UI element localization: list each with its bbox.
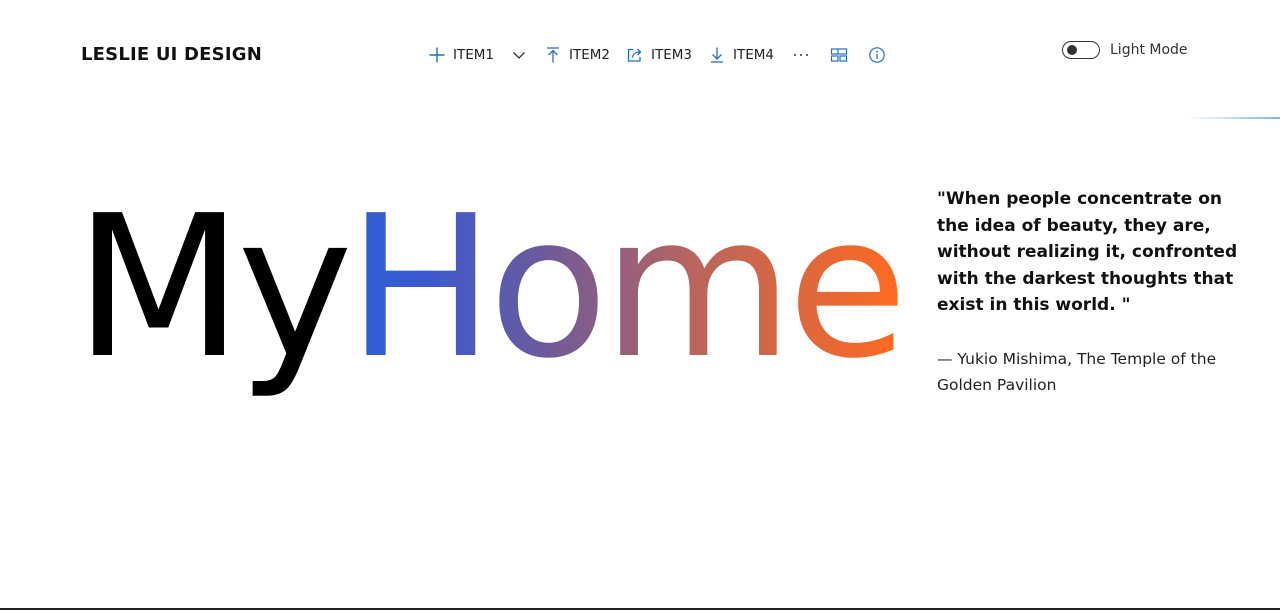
more-button[interactable]: [792, 44, 810, 66]
hero-title: MyHome: [74, 190, 908, 386]
toggle-switch[interactable]: [1062, 41, 1100, 59]
toggle-knob: [1067, 45, 1077, 55]
share-icon: [626, 46, 644, 64]
more-icon: [792, 46, 810, 64]
item1-dropdown-button[interactable]: [510, 44, 528, 66]
accent-line: [1186, 117, 1280, 119]
item1-button[interactable]: ITEM1: [428, 44, 494, 66]
item4-label: ITEM4: [733, 47, 774, 63]
download-icon: [708, 46, 726, 64]
chevron-down-icon: [510, 46, 528, 64]
toggle-label: Light Mode: [1110, 42, 1188, 58]
quote-attribution: — Yukio Mishima, The Temple of the Golde…: [937, 350, 1217, 394]
plus-icon: [428, 46, 446, 64]
item2-button[interactable]: ITEM2: [544, 44, 610, 66]
page: LESLIE UI DESIGN ITEM1 ITEM2 ITEM3 ITEM4…: [0, 0, 1280, 610]
item1-label: ITEM1: [453, 47, 494, 63]
command-bar: ITEM1 ITEM2 ITEM3 ITEM4: [428, 44, 886, 66]
upload-icon: [544, 46, 562, 64]
item3-label: ITEM3: [651, 47, 692, 63]
item3-button[interactable]: ITEM3: [626, 44, 692, 66]
theme-toggle[interactable]: Light Mode: [1062, 41, 1188, 59]
hero-title-my: My: [74, 174, 353, 402]
info-icon: [868, 46, 886, 64]
info-button[interactable]: [868, 44, 886, 66]
item2-label: ITEM2: [569, 47, 610, 63]
hero-title-home: Home: [347, 174, 908, 402]
item4-button[interactable]: ITEM4: [708, 44, 774, 66]
brand-title: LESLIE UI DESIGN: [81, 44, 262, 65]
quote-text: "When people concentrate on the idea of …: [937, 189, 1238, 315]
layout-icon: [830, 46, 848, 64]
layout-button[interactable]: [830, 44, 848, 66]
